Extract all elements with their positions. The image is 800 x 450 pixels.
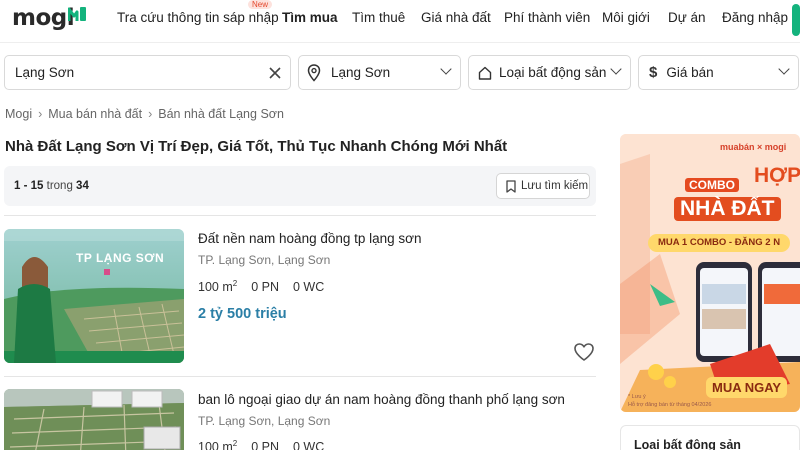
mogi-logo-mark-icon xyxy=(68,7,86,21)
listing-title[interactable]: ban lô ngoại giao dự án nam hoàng đồng t… xyxy=(198,392,565,407)
property-type-label: Loại bất động sản xyxy=(499,65,607,80)
keyword-search-input[interactable]: Lạng Sơn xyxy=(4,55,291,90)
nav-land-price[interactable]: Giá nhà đất xyxy=(421,10,491,25)
listing-specs: 100 m2 0 PN 0 WC xyxy=(198,439,338,450)
promo-offer: MUA 1 COMBO - ĐĂNG 2 N xyxy=(648,234,791,252)
nav-projects[interactable]: Dự án xyxy=(668,10,706,25)
listing-thumbnail[interactable]: TP LẠNG SƠN xyxy=(4,229,184,363)
nav-buy[interactable]: Tìm mua xyxy=(282,10,338,25)
result-range: 1 - 15 xyxy=(14,180,44,192)
listing-price: 2 tỷ 500 triệu xyxy=(198,306,287,322)
chevron-right-icon: › xyxy=(38,107,43,121)
bookmark-icon xyxy=(506,180,516,193)
chevron-down-icon xyxy=(440,63,452,75)
page-title: Nhà Đất Lạng Sơn Vị Trí Đẹp, Giá Tốt, Th… xyxy=(5,138,508,155)
list-divider xyxy=(4,376,596,377)
nav-login[interactable]: Đăng nhập xyxy=(722,10,788,25)
listing-location: TP. Lạng Sơn, Lạng Sơn xyxy=(198,414,331,428)
chevron-down-icon xyxy=(610,63,622,75)
location-value: Lạng Sơn xyxy=(331,65,391,80)
mogi-logo[interactable]: mogi xyxy=(12,5,75,31)
breadcrumb-home[interactable]: Mogi xyxy=(5,107,32,121)
register-button[interactable] xyxy=(792,4,800,36)
clear-icon[interactable] xyxy=(268,66,282,80)
listing-bathrooms: 0 WC xyxy=(293,440,325,450)
location-pin-icon xyxy=(307,63,321,82)
promo-note-detail: Hỗ trợ đăng bán từ tháng 04/2026 xyxy=(628,402,712,408)
result-total: 34 xyxy=(76,180,89,192)
promo-brand: muabán × mogi xyxy=(720,142,787,152)
listing-thumbnail[interactable] xyxy=(4,389,184,450)
breadcrumb: Mogi › Mua bán nhà đất › Bán nhà đất Lạng Sơ… xyxy=(5,107,284,121)
results-bar: 1 - 15 trong 34 Lưu tìm kiếm xyxy=(4,166,596,206)
listing-bathrooms: 0 WC xyxy=(293,280,325,295)
nav-membership-fee[interactable]: Phí thành viên xyxy=(504,10,590,25)
nav-rent[interactable]: Tìm thuê xyxy=(352,10,405,25)
location-select[interactable]: Lạng Sơn xyxy=(298,55,461,90)
promo-note: * Lưu ý xyxy=(628,394,646,400)
listing-bedrooms: 0 PN xyxy=(251,440,279,450)
listing-photo xyxy=(4,389,184,450)
home-icon xyxy=(478,66,492,80)
save-search-label: Lưu tìm kiếm xyxy=(521,180,589,192)
promo-cta-button[interactable]: MUA NGAY xyxy=(706,377,788,398)
price-select[interactable]: $ Giá bán xyxy=(638,55,799,90)
dollar-icon: $ xyxy=(649,64,658,81)
promo-combo: COMBO xyxy=(685,178,739,192)
listing-title[interactable]: Đất nền nam hoàng đồng tp lạng sơn xyxy=(198,231,422,246)
save-search-button[interactable]: Lưu tìm kiếm xyxy=(496,173,590,199)
property-type-select[interactable]: Loại bất động sản xyxy=(468,55,631,90)
breadcrumb-current: Bán nhà đất Lạng Sơn xyxy=(158,107,284,121)
chevron-right-icon: › xyxy=(148,107,153,121)
nav-broker[interactable]: Môi giới xyxy=(602,10,650,25)
filter-title: Loại bất động sản xyxy=(634,438,741,450)
promo-banner[interactable]: muabán × mogi COMBO HỢP NHÀ ĐẤT MUA 1 CO… xyxy=(620,134,800,412)
nav-merger-lookup[interactable]: Tra cứu thông tin sáp nhập xyxy=(117,10,279,25)
list-divider xyxy=(4,215,596,216)
property-type-filter-card: Loại bất động sản xyxy=(620,425,800,450)
result-of-label: trong xyxy=(46,180,73,192)
listing-photo xyxy=(4,229,184,363)
listing-specs: 100 m2 0 PN 0 WC xyxy=(198,279,338,294)
thumbnail-caption: TP LẠNG SƠN xyxy=(76,251,165,265)
keyword-value: Lạng Sơn xyxy=(15,65,75,80)
chevron-down-icon xyxy=(778,63,790,75)
heart-icon[interactable] xyxy=(573,342,595,362)
listing-location: TP. Lạng Sơn, Lạng Sơn xyxy=(198,253,331,267)
promo-headline: HỢP xyxy=(754,164,800,187)
price-label: Giá bán xyxy=(666,65,714,80)
breadcrumb-buy-sell[interactable]: Mua bán nhà đất xyxy=(48,107,142,121)
listing-bedrooms: 0 PN xyxy=(251,280,279,295)
new-badge: New xyxy=(248,0,273,9)
top-header: mogi New Tra cứu thông tin sáp nhập Tìm … xyxy=(0,0,800,42)
promo-headline-2: NHÀ ĐẤT xyxy=(674,197,781,221)
listing-area: 100 m2 xyxy=(198,439,238,450)
header-divider xyxy=(0,42,800,43)
listing-area: 100 m2 xyxy=(198,279,238,295)
result-count: 1 - 15 trong 34 xyxy=(14,180,89,192)
